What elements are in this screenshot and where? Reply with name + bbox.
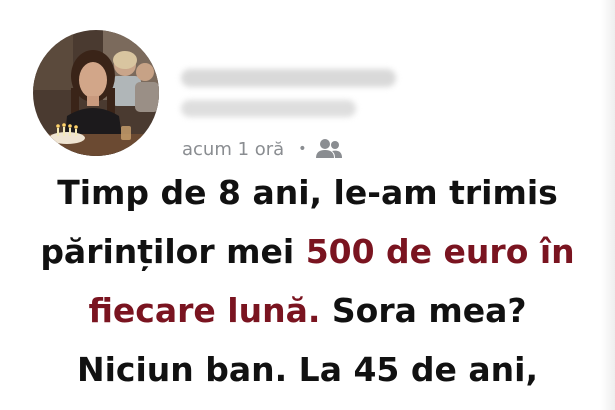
author-subtitle-blurred [181, 100, 356, 117]
story-line-1: Timp de 8 ani, le-am trimis [57, 173, 558, 212]
author-name-blurred[interactable] [181, 69, 396, 87]
story-line-2: părinților mei 500 de euro în [0, 222, 615, 281]
post-text: Timp de 8 ani, le-am trimis părinților m… [0, 163, 615, 399]
avatar[interactable] [33, 30, 159, 156]
story-line-3: fiecare lună. Sora mea? [0, 281, 615, 340]
post-time[interactable]: acum 1 oră [182, 139, 284, 160]
meta-separator: • [298, 141, 307, 157]
story-line-3-highlight: fiecare lună. [88, 291, 321, 330]
friends-icon[interactable] [316, 138, 343, 160]
post-meta: acum 1 oră • [182, 136, 343, 162]
story-line-2-plain: părinților mei [40, 232, 306, 271]
story-line-2-highlight: 500 de euro în [305, 232, 575, 271]
story-line-3-plain: Sora mea? [320, 291, 527, 330]
story-line-4: Niciun ban. La 45 de ani, [77, 350, 538, 389]
